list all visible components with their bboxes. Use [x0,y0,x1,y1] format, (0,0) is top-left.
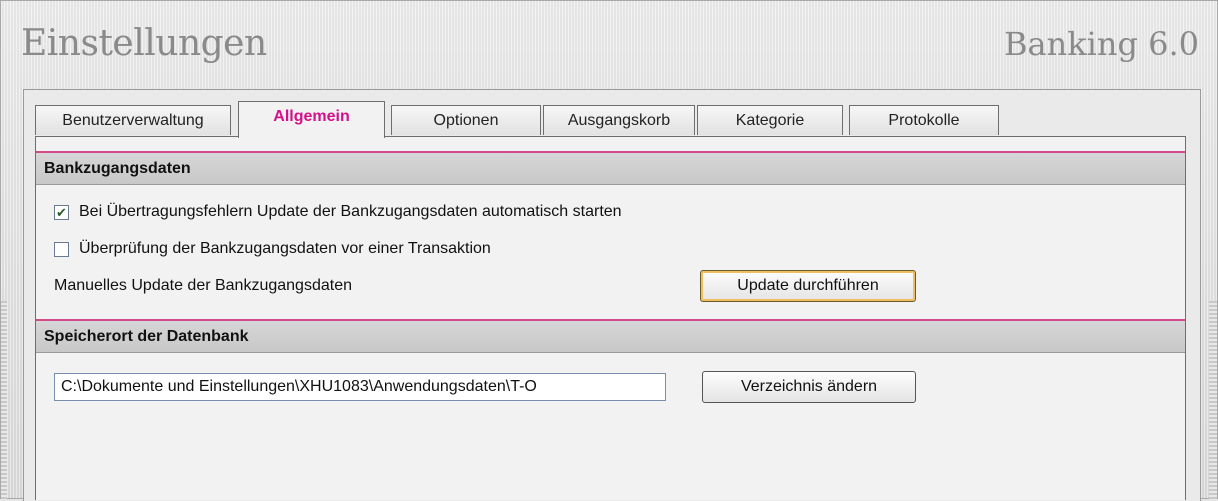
update-button[interactable]: Update durchführen [700,270,916,302]
window-title: Einstellungen [21,23,267,64]
verify-checkbox[interactable] [54,241,69,257]
tab-optionen[interactable]: Optionen [391,105,541,135]
tab-content-allgemein: Bankzugangsdaten ✔ Bei Übertragungsfehle… [35,136,1186,500]
tab-kategorie[interactable]: Kategorie [697,105,843,135]
tab-bar: Benutzerverwaltung Allgemein Optionen Au… [35,101,1185,138]
tab-benutzerverwaltung[interactable]: Benutzerverwaltung [35,105,231,135]
manual-update-row: Manuelles Update der Bankzugangsdaten [54,277,352,295]
verify-label: Überprüfung der Bankzugangsdaten vor ein… [79,240,491,257]
tab-allgemein[interactable]: Allgemein [238,101,385,138]
tab-ausgangskorb[interactable]: Ausgangskorb [543,105,695,135]
check-mark-icon: ✔ [56,204,67,220]
auto-update-checkbox[interactable]: ✔ [54,204,69,220]
settings-window: Einstellungen Banking 6.0 Benutzerverwal… [0,0,1218,501]
database-path-input[interactable] [54,373,666,401]
manual-update-label: Manuelles Update der Bankzugangsdaten [54,277,352,294]
verify-row: Überprüfung der Bankzugangsdaten vor ein… [54,240,491,258]
section-heading-bankzugangsdaten: Bankzugangsdaten [36,151,1185,185]
auto-update-row: ✔ Bei Übertragungsfehlern Update der Ban… [54,203,622,221]
section-heading-speicherort: Speicherort der Datenbank [36,319,1185,353]
window-edge-left [1,301,7,500]
auto-update-label: Bei Übertragungsfehlern Update der Bankz… [79,203,622,220]
tab-protokolle[interactable]: Protokolle [849,105,999,135]
app-brand: Banking 6.0 [1004,25,1199,63]
window-edge-right [1209,301,1217,500]
change-directory-button[interactable]: Verzeichnis ändern [702,371,916,403]
